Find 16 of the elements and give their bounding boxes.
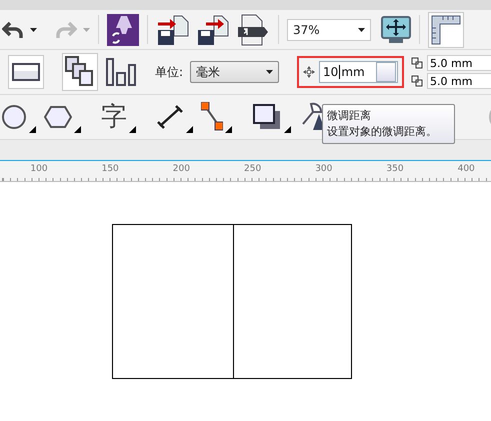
- nudge-distance-field[interactable]: 10 mm: [319, 61, 398, 83]
- zoom-dropdown[interactable]: 37%: [287, 18, 371, 40]
- tooltip-title: 微调距离: [327, 108, 372, 124]
- units-label: 单位:: [155, 64, 184, 80]
- duplicate-y-field[interactable]: 5.0 mm: [427, 73, 491, 89]
- units-dropdown[interactable]: 毫米: [190, 61, 280, 83]
- ruler-label: 350: [386, 164, 404, 174]
- duplicate-x-field[interactable]: 5.0 mm: [427, 55, 491, 71]
- ruler-label: 150: [102, 164, 119, 174]
- ruler-label: 250: [244, 164, 262, 174]
- tooltip-text: 设置对象的微调距离。: [327, 124, 438, 140]
- ruler-label: 100: [30, 164, 48, 174]
- text-tool[interactable]: 字: [101, 101, 127, 133]
- ruler-label: 200: [172, 164, 190, 174]
- ruler-label: 400: [458, 164, 475, 174]
- ruler-label: 300: [315, 164, 332, 174]
